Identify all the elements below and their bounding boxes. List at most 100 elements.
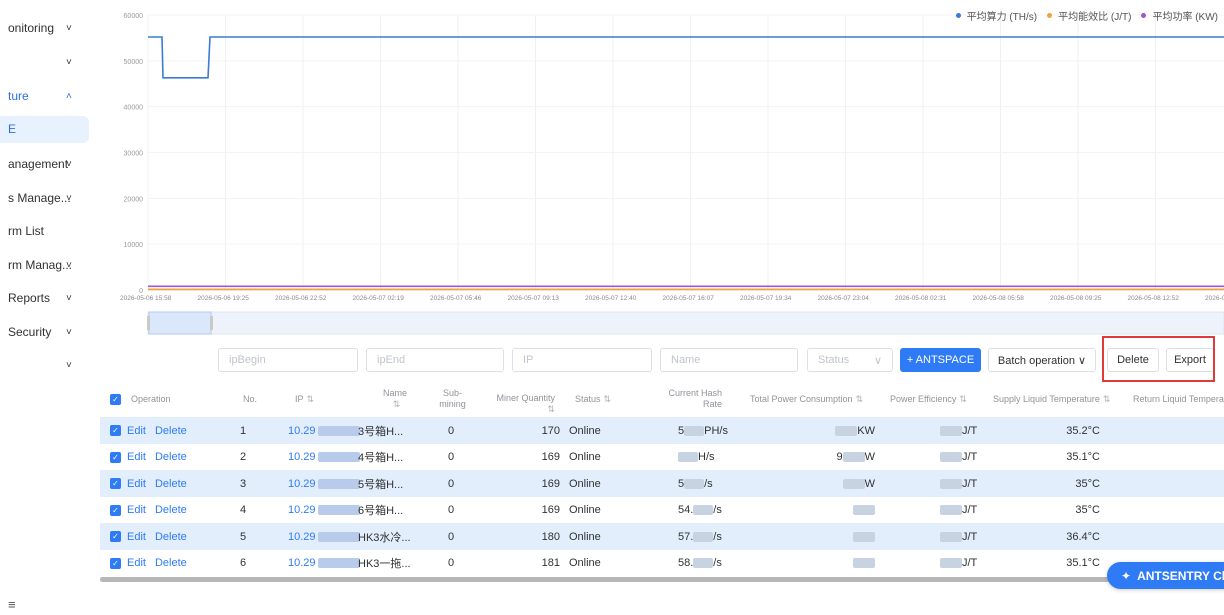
- cell-name: HK3一拖...: [358, 558, 411, 570]
- table-row[interactable]: ✓ Edit Delete 3 10.29 5号箱H... 0 169 Online 5/s W J/…: [100, 470, 1224, 497]
- edit-link[interactable]: Edit: [127, 557, 146, 569]
- sidebar-item-more[interactable]: ˅: [0, 348, 92, 382]
- sidebar-item-reports[interactable]: Reports ˅: [0, 281, 92, 315]
- sidebar: onitoring ˅ ˅ ture ˄ E anagement ˅ s Manage…: [0, 0, 92, 615]
- legend-item[interactable]: 平均算力 (TH/s): [955, 8, 1037, 23]
- table-row[interactable]: ✓ Edit Delete 1 10.29 3号箱H... 0 170 Online 5 PH/s K…: [100, 417, 1224, 444]
- delete-link[interactable]: Delete: [155, 504, 187, 516]
- row-checkbox[interactable]: ✓: [110, 504, 121, 516]
- cell-ip[interactable]: 10.29: [288, 417, 360, 444]
- power-unit: W: [864, 451, 875, 463]
- sidebar-item-collapsed[interactable]: ˅: [0, 45, 92, 79]
- legend-item[interactable]: 平均能效比 (J/T): [1047, 8, 1131, 23]
- cell-status: Online: [569, 557, 601, 569]
- legend-item[interactable]: 平均功率 (KW): [1141, 8, 1218, 23]
- redacted-mask: [940, 478, 962, 489]
- ip-link[interactable]: 10.29: [288, 557, 316, 569]
- sidebar-item-monitoring[interactable]: onitoring ˅: [0, 11, 92, 45]
- chevron-down-icon: ˅: [66, 158, 72, 170]
- cell-submining: 0: [448, 504, 455, 516]
- edit-link[interactable]: Edit: [127, 425, 146, 437]
- edit-link[interactable]: Edit: [127, 478, 146, 490]
- delete-link[interactable]: Delete: [155, 557, 187, 569]
- cell-submining: 0: [448, 530, 455, 543]
- cell-ip[interactable]: 10.29: [288, 497, 360, 524]
- scrollbar-thumb[interactable]: [100, 577, 1110, 582]
- table-row[interactable]: ✓ Edit Delete 2 10.29 4号箱H... 0 169 Online H/s 9 W J…: [100, 443, 1224, 471]
- sidebar-item-security[interactable]: Security ˅: [0, 315, 92, 349]
- ip-link[interactable]: 10.29: [288, 531, 316, 543]
- y-tick-label: 30000: [124, 151, 144, 158]
- select-all-checkbox[interactable]: ✓: [110, 393, 121, 405]
- edit-link[interactable]: Edit: [127, 504, 146, 516]
- edit-link[interactable]: Edit: [127, 531, 146, 543]
- table-row[interactable]: ✓ Edit Delete 5 10.29 HK3水冷... 0 180 Online 57. /s…: [100, 523, 1224, 550]
- row-checkbox[interactable]: ✓: [110, 557, 121, 569]
- sidebar-item-management[interactable]: anagement ˅: [0, 147, 92, 181]
- header-supply-temp[interactable]: Supply Liquid Temperature ⇅: [993, 383, 1123, 415]
- delete-link[interactable]: Delete: [155, 451, 187, 463]
- sidebar-item-selected[interactable]: E: [0, 116, 89, 143]
- ip-input[interactable]: [512, 348, 652, 372]
- row-checkbox[interactable]: ✓: [110, 531, 121, 542]
- x-tick-label: 2026-05-06 19:25: [198, 295, 250, 302]
- zoom-handle-right: [210, 316, 213, 330]
- batch-operation-button[interactable]: Batch operation ∨: [988, 348, 1096, 372]
- cell-efficiency: J/T: [940, 417, 977, 444]
- table-row[interactable]: ✓ Edit Delete 6 10.29 HK3一拖... 0 181 Online 58. /s…: [100, 549, 1224, 577]
- sort-icon: ⇅: [959, 393, 967, 404]
- header-miner-quantity[interactable]: Miner Quantity ⇅: [485, 383, 555, 415]
- header-status[interactable]: Status ⇅: [575, 383, 635, 415]
- row-checkbox[interactable]: ✓: [110, 425, 121, 436]
- header-ip[interactable]: IP ⇅: [295, 383, 355, 415]
- header-efficiency[interactable]: Power Efficiency ⇅: [890, 383, 980, 415]
- row-checkbox[interactable]: ✓: [110, 451, 121, 463]
- edit-link[interactable]: Edit: [127, 451, 146, 463]
- menu-icon[interactable]: ≡: [8, 597, 16, 612]
- sidebar-item-miners-management[interactable]: s Manage... ˅: [0, 181, 92, 215]
- cell-submining: 0: [448, 451, 455, 463]
- x-tick-label: 2026-05-07 19:34: [740, 295, 792, 302]
- delete-link[interactable]: Delete: [155, 478, 187, 490]
- delete-link[interactable]: Delete: [155, 425, 187, 437]
- header-return-temp[interactable]: Return Liquid Tempera: [1133, 383, 1224, 415]
- cell-ip[interactable]: 10.29: [288, 470, 360, 497]
- x-tick-label: 2026-05-08 09:25: [1050, 295, 1102, 302]
- ip-begin-input[interactable]: [218, 348, 358, 372]
- sidebar-item-label: Security: [8, 325, 52, 339]
- cell-name: 6号箱H...: [358, 505, 404, 517]
- row-checkbox[interactable]: ✓: [110, 478, 121, 489]
- header-power[interactable]: Total Power Consumption ⇅: [750, 383, 890, 415]
- horizontal-scrollbar[interactable]: [100, 577, 1224, 582]
- header-name[interactable]: Name ⇅: [370, 383, 420, 415]
- antsentry-chat-button[interactable]: ✦ ANTSENTRY Cha: [1107, 562, 1224, 589]
- ip-link[interactable]: 10.29: [288, 425, 316, 437]
- header-hash-rate[interactable]: Current Hash Rate: [660, 383, 722, 415]
- hash-unit: /s: [713, 504, 722, 516]
- chevron-down-icon: ˅: [66, 22, 72, 34]
- redacted-mask: [940, 558, 962, 568]
- redacted-mask: [317, 558, 360, 568]
- hash-unit: H/s: [698, 451, 715, 463]
- redacted-mask: [853, 558, 875, 568]
- efficiency-unit: J/T: [962, 557, 978, 569]
- row-operations: ✓ Edit Delete: [110, 470, 187, 497]
- sidebar-item-alarm-management[interactable]: rm Manag... ˅: [0, 248, 92, 282]
- table-row[interactable]: ✓ Edit Delete 4 10.29 6号箱H... 0 169 Online 54. /s J…: [100, 496, 1224, 524]
- sidebar-item-alarm-list[interactable]: rm List: [0, 214, 92, 248]
- cell-ip[interactable]: 10.29: [288, 523, 360, 550]
- delete-link[interactable]: Delete: [155, 531, 187, 543]
- name-input[interactable]: [660, 348, 798, 372]
- add-antspace-button[interactable]: + ANTSPACE: [900, 348, 981, 372]
- zoom-slider-track: [147, 311, 1224, 335]
- status-select[interactable]: Status ∨: [807, 348, 893, 372]
- ip-link[interactable]: 10.29: [288, 504, 316, 516]
- ip-link[interactable]: 10.29: [288, 451, 316, 463]
- cell-ip[interactable]: 10.29: [288, 444, 360, 471]
- ip-end-input[interactable]: [366, 348, 504, 372]
- ip-link[interactable]: 10.29: [288, 478, 316, 490]
- cell-ip[interactable]: 10.29: [288, 550, 360, 577]
- redacted-mask: [317, 425, 360, 436]
- sidebar-item-infrastructure[interactable]: ture ˄: [0, 79, 92, 113]
- cell-hash-rate: 57. /s: [678, 523, 722, 550]
